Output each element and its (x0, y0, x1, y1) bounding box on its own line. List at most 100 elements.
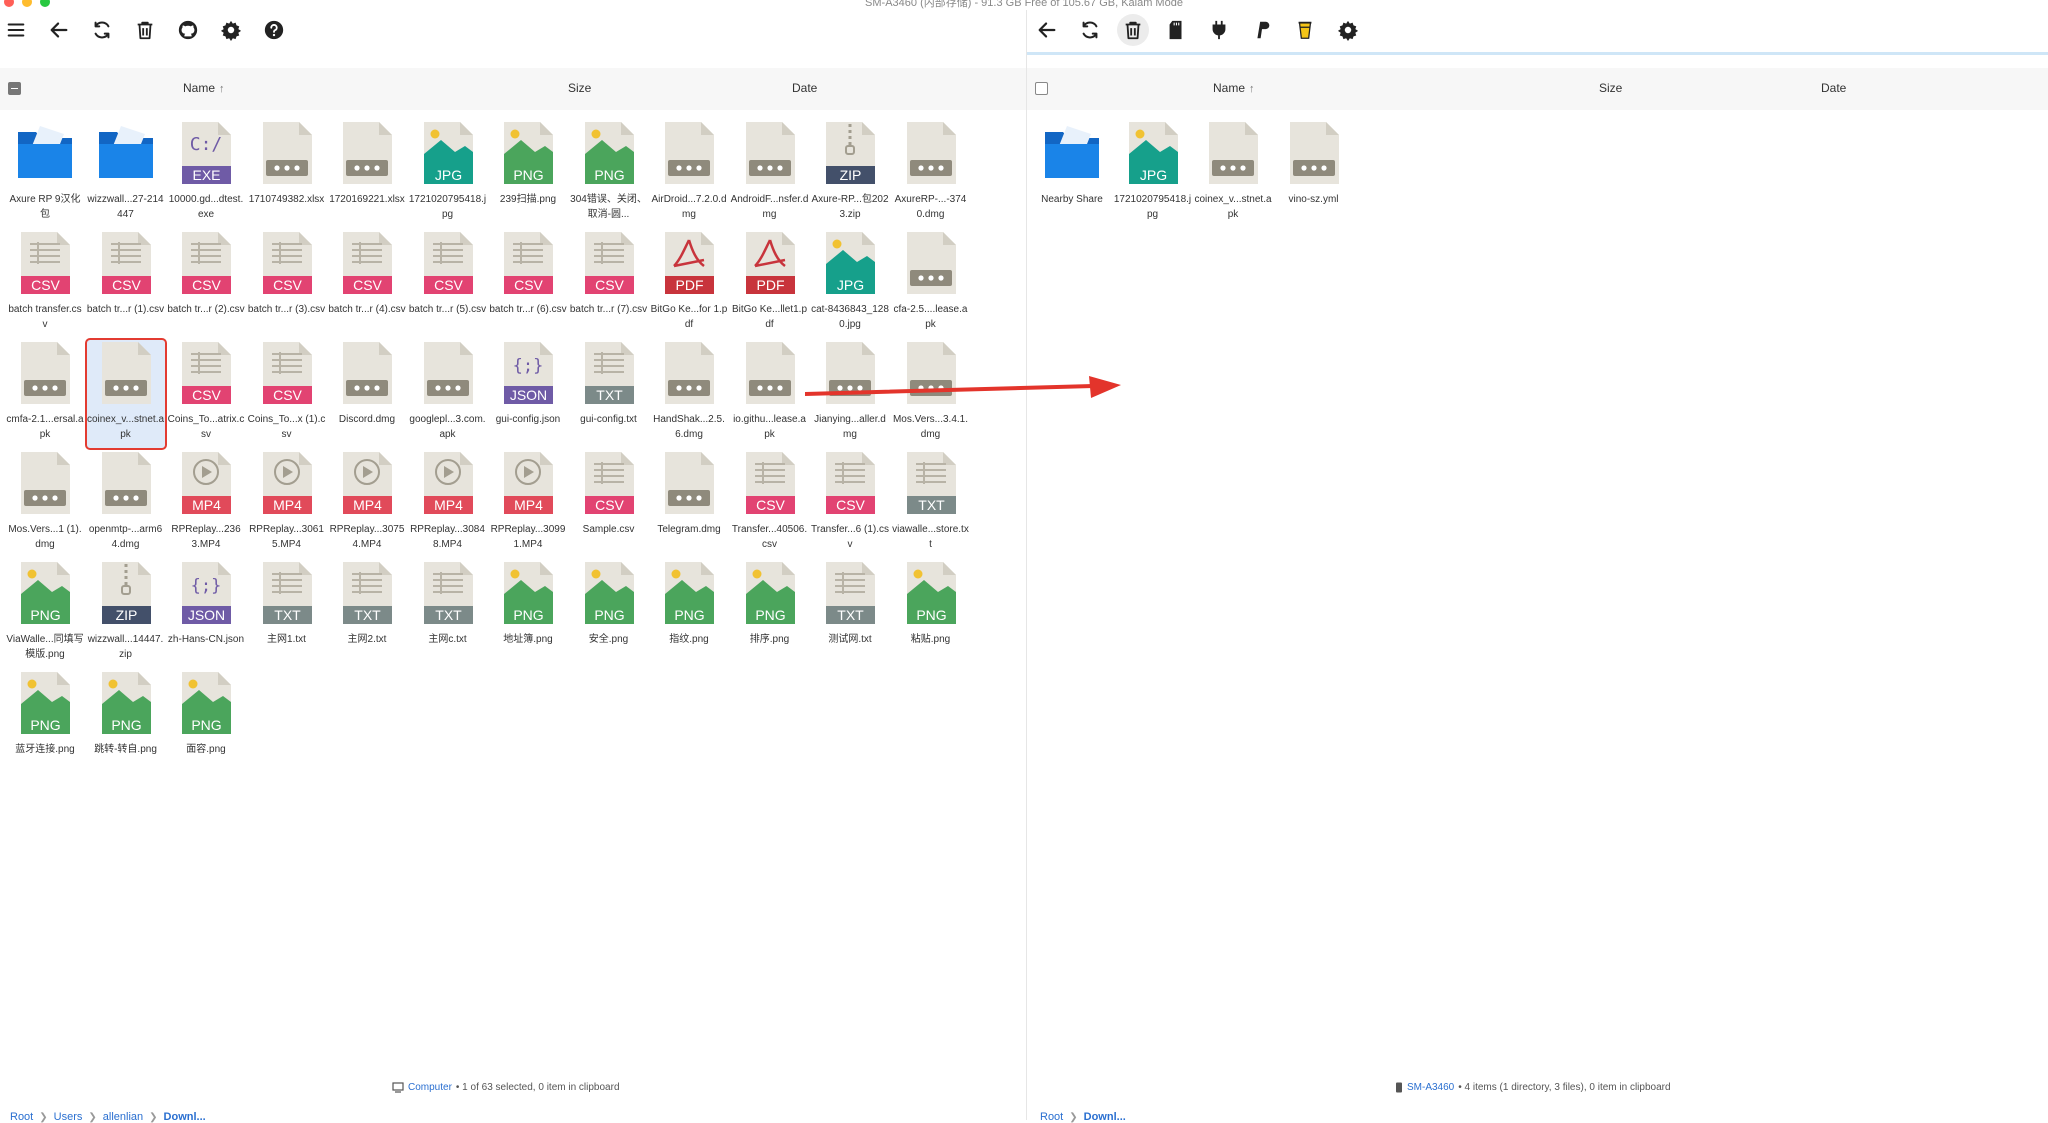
file-item[interactable]: TXT 主网c.txt (409, 560, 487, 668)
status-device[interactable]: SM-A3460 (1407, 1082, 1454, 1093)
file-item[interactable]: TXT viawalle...store.txt (892, 450, 970, 558)
back-icon[interactable] (1031, 14, 1063, 46)
file-item[interactable]: Discord.dmg (328, 340, 406, 448)
file-item[interactable]: MP4 RPReplay...30991.MP4 (489, 450, 567, 558)
size-column-header[interactable]: Size (1599, 81, 1622, 95)
file-item[interactable]: io.githu...lease.apk (731, 340, 809, 448)
crumb-downloads[interactable]: Downl... (1084, 1111, 1126, 1123)
file-item[interactable]: cfa-2.5....lease.apk (892, 230, 970, 338)
paypal-icon[interactable] (1246, 14, 1278, 46)
file-item[interactable]: {;} JSON gui-config.json (489, 340, 567, 448)
mp4-icon: MP4 (499, 450, 557, 516)
crumb-root[interactable]: Root (10, 1111, 33, 1123)
crumb-user[interactable]: allenlian (103, 1111, 143, 1123)
file-item[interactable]: CSV Coins_To...x (1).csv (248, 340, 326, 448)
file-item[interactable]: CSV batch tr...r (2).csv (167, 230, 245, 338)
gear-icon[interactable] (215, 14, 247, 46)
file-item[interactable]: CSV batch tr...r (4).csv (328, 230, 406, 338)
name-column-header[interactable]: Name ↑ (1213, 81, 1255, 95)
file-item[interactable]: coinex_v...stnet.apk (84, 338, 167, 450)
back-icon[interactable] (43, 14, 75, 46)
file-item[interactable]: PDF BitGo Ke...for 1.pdf (650, 230, 728, 338)
file-item[interactable]: MP4 RPReplay...236 3.MP4 (167, 450, 245, 558)
file-item[interactable]: PNG 面容.png (167, 670, 245, 778)
file-item[interactable]: openmtp-...arm64.dmg (87, 450, 165, 558)
file-item[interactable]: AxureRP-...-3740.dmg (892, 120, 970, 228)
sdcard-icon[interactable] (1160, 14, 1192, 46)
file-item[interactable]: HandShak...2.5.6.dmg (650, 340, 728, 448)
file-item[interactable]: PDF BitGo Ke...llet1.pdf (731, 230, 809, 338)
file-item[interactable]: 1720169221.xlsx (328, 120, 406, 228)
trash-icon[interactable] (1117, 14, 1149, 46)
file-item[interactable]: MP4 RPReplay...30754.MP4 (328, 450, 406, 558)
size-column-header[interactable]: Size (568, 81, 591, 95)
file-item[interactable]: PNG ViaWalle...同填写模版.png (6, 560, 84, 668)
file-item[interactable]: CSV batch tr...r (6).csv (489, 230, 567, 338)
file-item[interactable]: PNG 安全.png (570, 560, 648, 668)
file-name: batch tr...r (3).csv (247, 304, 326, 315)
file-item[interactable]: googlepl...3.com.apk (409, 340, 487, 448)
date-column-header[interactable]: Date (792, 81, 817, 95)
file-item[interactable]: PNG 指纹.png (650, 560, 728, 668)
file-item[interactable]: Telegram.dmg (650, 450, 728, 558)
file-item[interactable]: coinex_v...stnet.apk (1194, 120, 1272, 228)
file-item[interactable]: Nearby Share (1033, 120, 1111, 228)
file-item[interactable]: PNG 239扫描.png (489, 120, 567, 228)
select-all-checkbox[interactable] (8, 82, 21, 95)
file-item[interactable]: 1710749382.xlsx (248, 120, 326, 228)
crumb-downloads[interactable]: Downl... (164, 1111, 206, 1123)
file-item[interactable]: TXT 主网2.txt (328, 560, 406, 668)
file-item[interactable]: PNG 跳转-转自.png (87, 670, 165, 778)
refresh-icon[interactable] (1074, 14, 1106, 46)
file-item[interactable]: PNG 粘贴.png (892, 560, 970, 668)
file-item[interactable]: cmfa-2.1...ersal.apk (6, 340, 84, 448)
file-item[interactable]: PNG 排序.png (731, 560, 809, 668)
file-item[interactable]: MP4 RPReplay...30848.MP4 (409, 450, 487, 558)
file-item[interactable]: wizzwall...27-214447 (87, 120, 165, 228)
file-item[interactable]: Mos.Vers...1 (1).dmg (6, 450, 84, 558)
file-item[interactable]: CSV Coins_To...atrix.csv (167, 340, 245, 448)
refresh-icon[interactable] (86, 14, 118, 46)
menu-icon[interactable] (0, 14, 32, 46)
gear-icon[interactable] (1332, 14, 1364, 46)
trash-icon[interactable] (129, 14, 161, 46)
file-item[interactable]: CSV batch tr...r (1).csv (87, 230, 165, 338)
file-item[interactable]: JPG 1721020795418.jpg (409, 120, 487, 228)
file-item[interactable]: JPG 1721020795418.jpg (1114, 120, 1192, 228)
cup-icon[interactable] (1289, 14, 1321, 46)
file-item[interactable]: CSV Sample.csv (570, 450, 648, 558)
file-item[interactable]: AirDroid...7.2.0.dmg (650, 120, 728, 228)
file-name: 主网2.txt (347, 634, 387, 645)
file-item[interactable]: C:/ EXE 10000.gd...dtest.exe (167, 120, 245, 228)
file-item[interactable]: TXT gui-config.txt (570, 340, 648, 448)
file-item[interactable]: CSV batch transfer.csv (6, 230, 84, 338)
file-item[interactable]: MP4 RPReplay...30615.MP4 (248, 450, 326, 558)
file-item[interactable]: CSV batch tr...r (5).csv (409, 230, 487, 338)
file-item[interactable]: PNG 地址簿.png (489, 560, 567, 668)
name-column-header[interactable]: Name ↑ (183, 81, 225, 95)
crumb-root[interactable]: Root (1040, 1111, 1063, 1123)
file-item[interactable]: TXT 主网1.txt (248, 560, 326, 668)
file-item[interactable]: CSV batch tr...r (7).csv (570, 230, 648, 338)
file-item[interactable]: ZIP wizzwall...14447.zip (87, 560, 165, 668)
file-item[interactable]: ZIP Axure-RP...包2023.zip (811, 120, 889, 228)
plug-icon[interactable] (1203, 14, 1235, 46)
file-item[interactable]: {;} JSON zh-Hans-CN.json (167, 560, 245, 668)
file-item[interactable]: TXT 测试网.txt (811, 560, 889, 668)
github-icon[interactable] (172, 14, 204, 46)
file-item[interactable]: PNG 蓝牙连接.png (6, 670, 84, 778)
file-item[interactable]: CSV Transfer...40506.csv (731, 450, 809, 558)
png-icon: PNG (580, 120, 638, 186)
file-item[interactable]: AndroidF...nsfer.dmg (731, 120, 809, 228)
file-item[interactable]: vino-sz.yml (1275, 120, 1353, 228)
file-item[interactable]: Axure RP 9汉化包 (6, 120, 84, 228)
status-device[interactable]: Computer (408, 1082, 452, 1093)
file-item[interactable]: CSV batch tr...r (3).csv (248, 230, 326, 338)
file-item[interactable]: JPG cat-8436843_1280.jpg (811, 230, 889, 338)
date-column-header[interactable]: Date (1821, 81, 1846, 95)
file-item[interactable]: CSV Transfer...6 (1).csv (811, 450, 889, 558)
file-item[interactable]: PNG 304错误、关闭、取消-圆... (570, 120, 648, 228)
help-icon[interactable] (258, 14, 290, 46)
select-all-checkbox[interactable] (1035, 82, 1048, 95)
crumb-users[interactable]: Users (54, 1111, 83, 1123)
